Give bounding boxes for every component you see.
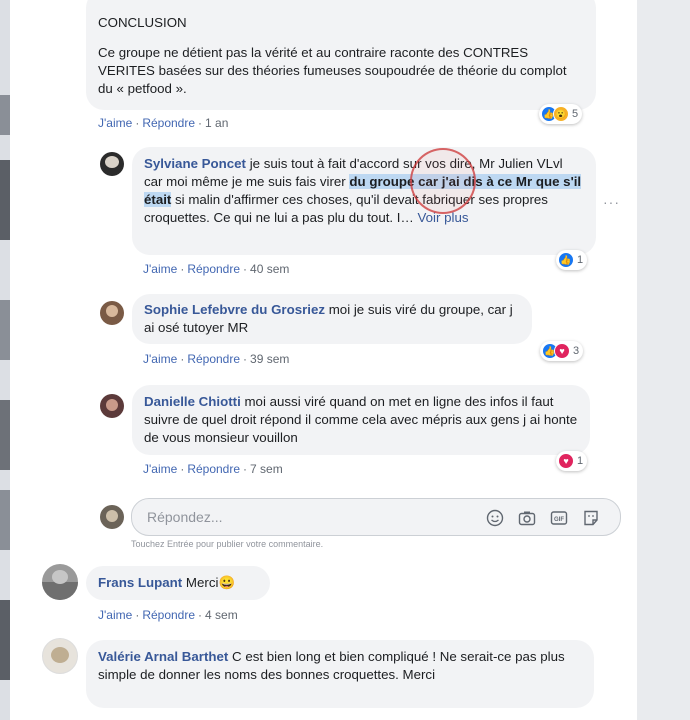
comment-bubble: Frans Lupant Merci😀 — [86, 566, 270, 600]
like-link[interactable]: J'aime — [98, 608, 132, 622]
avatar[interactable] — [42, 564, 78, 600]
reply-bubble: Sophie Lefebvre du Grosriez moi je suis … — [132, 294, 532, 344]
comment-text: Merci — [185, 575, 219, 590]
comment-time: 40 sem — [250, 262, 290, 276]
gif-icon[interactable]: GIF — [550, 509, 568, 527]
camera-icon[interactable] — [518, 509, 536, 527]
author-name[interactable]: Sophie Lefebvre du Grosriez — [144, 302, 325, 317]
reply-reactions[interactable]: ♥ 1 — [556, 451, 588, 471]
conclusion-heading: CONCLUSION — [98, 15, 187, 30]
top-comment-bubble: CONCLUSION Ce groupe ne détient pas la v… — [86, 0, 596, 110]
comment-time: 4 sem — [205, 608, 238, 622]
reply-link[interactable]: Répondre — [187, 352, 240, 366]
reply-actions: J'aime · Répondre · 39 sem — [143, 352, 290, 366]
top-comment-actions: J'aime · Répondre · 1 an — [98, 116, 229, 130]
avatar[interactable] — [100, 394, 124, 418]
comment-time: 1 an — [205, 116, 229, 130]
top-comment-reactions[interactable]: 👍 😮 5 — [539, 104, 583, 124]
like-icon: 👍 — [558, 252, 574, 268]
comment-time: 7 sem — [250, 462, 283, 476]
top-comment-text: Ce groupe ne détient pas la vérité et au… — [98, 45, 567, 96]
author-name[interactable]: Danielle Chiotti — [144, 394, 241, 409]
left-thumb — [0, 490, 10, 550]
love-icon: ♥ — [558, 453, 574, 469]
reply-bubble: Sylviane Poncet je suis tout à fait d'ac… — [132, 147, 596, 255]
like-link[interactable]: J'aime — [98, 116, 132, 130]
sad-icon: ♥ — [554, 343, 570, 359]
avatar[interactable] — [100, 301, 124, 325]
reply-reactions[interactable]: 👍 ♥ 3 — [540, 341, 584, 361]
reply-bubble: Danielle Chiotti moi aussi viré quand on… — [132, 385, 590, 455]
author-name[interactable]: Frans Lupant — [98, 575, 182, 590]
reply-placeholder: Répondez... — [147, 509, 223, 525]
like-link[interactable]: J'aime — [143, 462, 177, 476]
comment-bubble: Valérie Arnal Barthet C est bien long et… — [86, 640, 594, 708]
left-thumb — [0, 95, 10, 135]
reply-actions: J'aime · Répondre · 7 sem — [143, 462, 283, 476]
reply-reactions[interactable]: 👍 1 — [556, 250, 588, 270]
left-thumb — [0, 600, 10, 680]
like-link[interactable]: J'aime — [143, 352, 177, 366]
reply-link[interactable]: Répondre — [142, 116, 195, 130]
left-thumb — [0, 160, 10, 240]
reply-hint: Touchez Entrée pour publier votre commen… — [131, 539, 324, 549]
avatar[interactable] — [42, 638, 78, 674]
reply-link[interactable]: Répondre — [187, 262, 240, 276]
author-name[interactable]: Sylviane Poncet — [144, 156, 246, 171]
emoji-icon[interactable] — [486, 509, 504, 527]
reaction-count: 3 — [573, 345, 580, 357]
reply-actions: J'aime · Répondre · 40 sem — [143, 262, 290, 276]
cursor-highlight — [410, 148, 476, 214]
smile-icon: 😀 — [218, 575, 235, 590]
author-name[interactable]: Valérie Arnal Barthet — [98, 649, 228, 664]
like-link[interactable]: J'aime — [143, 262, 177, 276]
comment-actions: J'aime · Répondre · 4 sem — [98, 608, 238, 622]
wow-icon: 😮 — [553, 106, 569, 122]
svg-text:GIF: GIF — [554, 517, 564, 523]
sticker-icon[interactable] — [582, 509, 600, 527]
reaction-count: 5 — [572, 108, 579, 120]
left-thumb — [0, 400, 10, 470]
comment-text-continued: si malin d'affirmer ces choses, qu'il de… — [144, 192, 548, 225]
avatar[interactable] — [100, 152, 124, 176]
reply-input[interactable]: Répondez... GIF — [131, 498, 621, 536]
reply-link[interactable]: Répondre — [187, 462, 240, 476]
more-options-icon[interactable]: ··· — [603, 194, 620, 210]
current-user-avatar — [100, 505, 124, 529]
reaction-count: 1 — [577, 254, 584, 266]
left-thumb — [0, 300, 10, 360]
comment-time: 39 sem — [250, 352, 290, 366]
reply-link[interactable]: Répondre — [142, 608, 195, 622]
left-strip — [0, 0, 10, 720]
reaction-count: 1 — [577, 455, 584, 467]
